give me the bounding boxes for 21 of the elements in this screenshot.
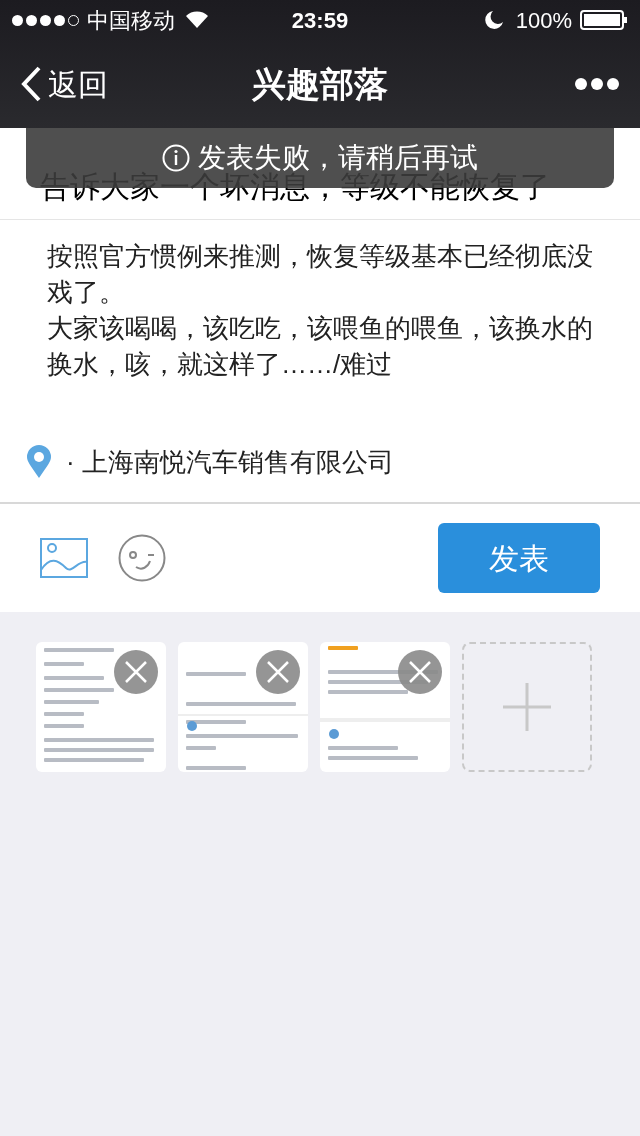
- status-time: 23:59: [291, 6, 349, 35]
- more-icon[interactable]: [574, 77, 620, 91]
- battery-icon: [580, 10, 628, 30]
- back-icon: [20, 66, 42, 102]
- plus-icon: [503, 683, 551, 731]
- toast-message: 发表失败，请稍后再试: [198, 141, 478, 173]
- location-label[interactable]: · 上海南悦汽车销售有限公司: [66, 442, 394, 482]
- battery-percent: 100%: [515, 6, 572, 35]
- info-icon: [162, 144, 190, 172]
- location-pin-icon: [26, 445, 52, 479]
- wifi-icon: [185, 11, 209, 29]
- remove-icon[interactable]: [114, 650, 158, 694]
- post-body[interactable]: 按照官方惯例来推测，恢复等级基本已经彻底没戏了。 大家该喝喝，该吃吃，该喂鱼的喂鱼，该换水的换水，咳，就这样了……/难过: [0, 220, 640, 422]
- carrier-name: 中国移动: [87, 6, 175, 35]
- back-button[interactable]: 返回: [20, 61, 108, 107]
- image-icon[interactable]: [40, 538, 88, 578]
- page-title: 兴趣部落: [252, 63, 388, 105]
- moon-icon: [483, 10, 504, 30]
- remove-icon[interactable]: [398, 650, 442, 694]
- remove-icon[interactable]: [256, 650, 300, 694]
- emoji-icon[interactable]: [118, 534, 166, 582]
